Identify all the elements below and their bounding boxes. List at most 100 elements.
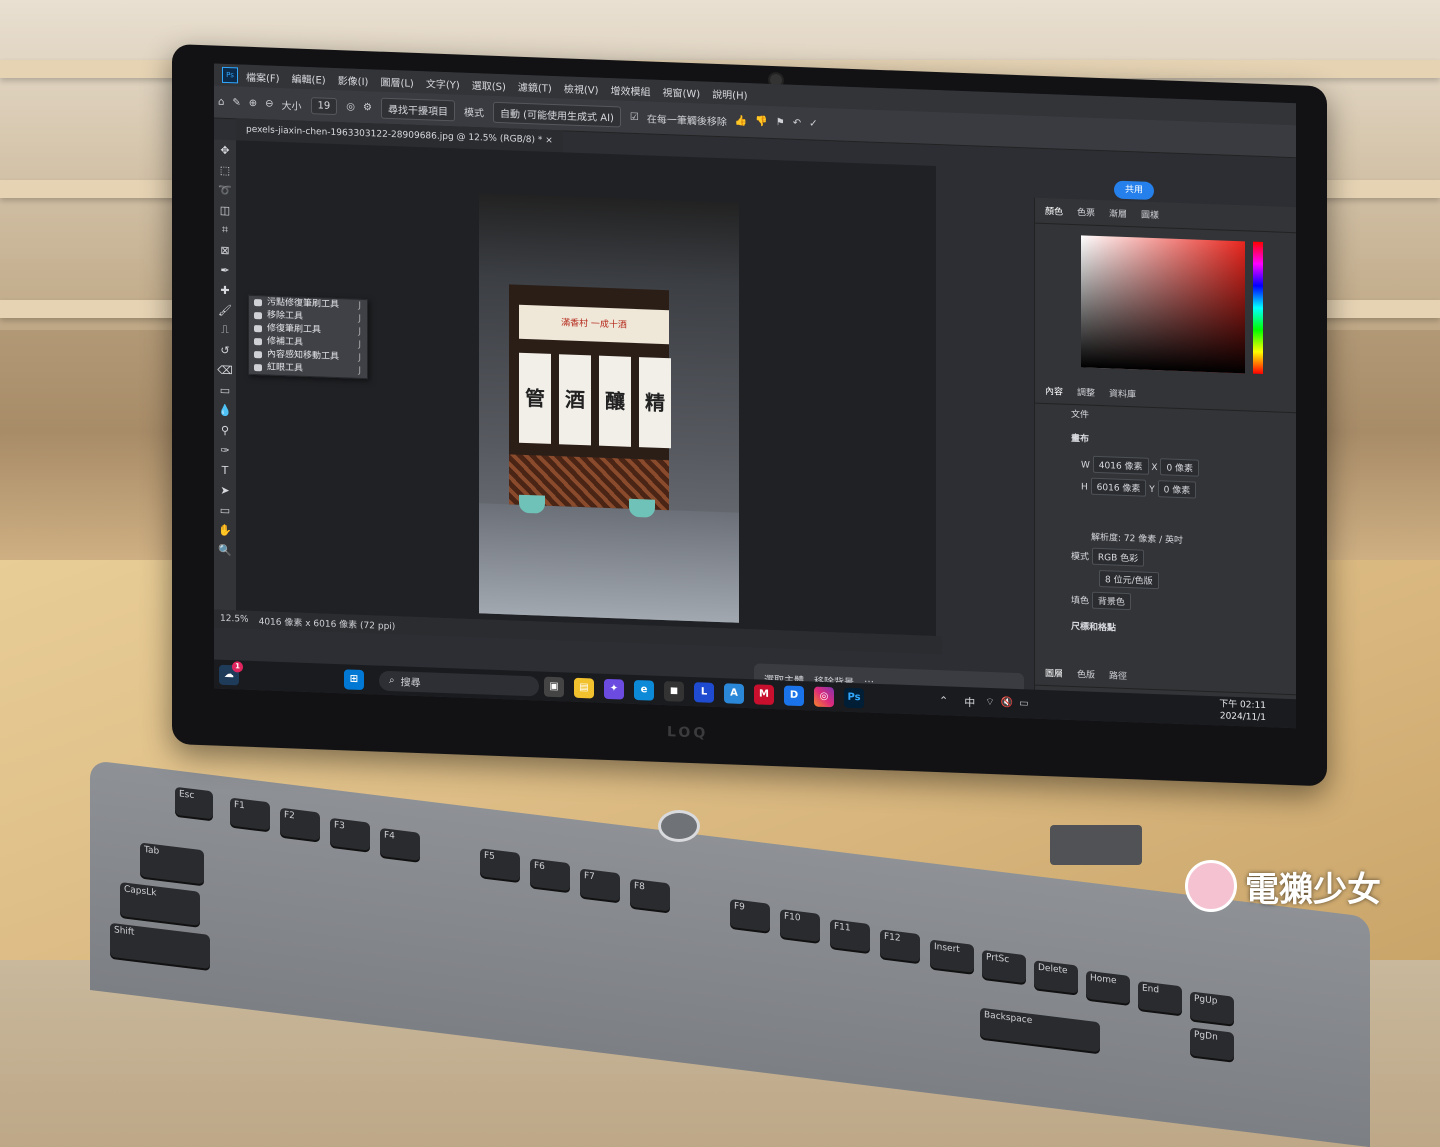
canvas-heading[interactable]: 畫布 bbox=[1071, 431, 1089, 445]
object-select-tool-icon[interactable]: ◫ bbox=[214, 200, 236, 221]
key-backspace[interactable]: Backspace bbox=[980, 1007, 1100, 1053]
key-f4[interactable]: F4 bbox=[380, 827, 420, 861]
chevron-up-icon[interactable]: ⌃ bbox=[939, 694, 948, 707]
find-distractions-button[interactable]: 尋找干擾項目 bbox=[380, 97, 455, 121]
add-mode-icon[interactable]: ⊕ bbox=[249, 97, 257, 108]
eraser-tool-icon[interactable]: ⌫ bbox=[214, 360, 236, 381]
key-pgup[interactable]: PgUp bbox=[1190, 991, 1234, 1025]
photoshop-taskbar-icon[interactable]: Ps bbox=[844, 687, 864, 708]
key-capslock[interactable]: CapsLk bbox=[120, 882, 200, 926]
key-f5[interactable]: F5 bbox=[480, 848, 520, 882]
tab-color[interactable]: 顏色 bbox=[1045, 204, 1063, 218]
key-insert[interactable]: Insert bbox=[930, 939, 974, 973]
pressure-icon[interactable]: ◎ bbox=[346, 101, 355, 112]
thumbs-down-icon[interactable]: 👎 bbox=[755, 116, 767, 127]
app-icon[interactable]: A bbox=[724, 682, 744, 704]
app-icon[interactable]: D bbox=[784, 684, 804, 706]
marquee-tool-icon[interactable]: ⬚ bbox=[214, 160, 236, 181]
menu-window[interactable]: 視窗(W) bbox=[662, 83, 700, 99]
task-view-icon[interactable]: ▣ bbox=[544, 676, 564, 697]
key-prtsc[interactable]: PrtSc bbox=[982, 949, 1026, 984]
eyedropper-tool-icon[interactable]: ✒ bbox=[214, 260, 236, 281]
weather-widget-icon[interactable]: ☁ 1 bbox=[219, 660, 243, 685]
flag-icon[interactable]: ⚑ bbox=[776, 117, 785, 128]
key-home[interactable]: Home bbox=[1086, 970, 1130, 1005]
key-f1[interactable]: F1 bbox=[230, 797, 270, 831]
width-field[interactable]: 4016 像素 bbox=[1092, 455, 1149, 475]
frame-tool-icon[interactable]: ⊠ bbox=[214, 240, 236, 261]
key-f11[interactable]: F11 bbox=[830, 919, 870, 953]
commit-icon[interactable]: ✓ bbox=[809, 118, 817, 129]
share-button[interactable]: 共用 bbox=[1114, 180, 1154, 201]
key-f12[interactable]: F12 bbox=[880, 929, 920, 963]
tab-swatches[interactable]: 色票 bbox=[1077, 205, 1095, 219]
history-brush-tool-icon[interactable]: ↺ bbox=[214, 340, 236, 361]
power-button[interactable] bbox=[658, 810, 700, 842]
brush-preset-icon[interactable]: ✎ bbox=[232, 97, 240, 108]
tab-channels[interactable]: 色版 bbox=[1077, 667, 1095, 681]
brush-tool-icon[interactable]: 🖌 bbox=[214, 300, 236, 321]
key-end[interactable]: End bbox=[1138, 980, 1182, 1015]
tab-libraries[interactable]: 資料庫 bbox=[1109, 386, 1136, 400]
menu-filter[interactable]: 濾鏡(T) bbox=[518, 78, 552, 94]
blur-tool-icon[interactable]: 💧 bbox=[214, 400, 236, 421]
menu-view[interactable]: 檢視(V) bbox=[564, 80, 599, 96]
subtract-mode-icon[interactable]: ⊖ bbox=[265, 98, 273, 109]
key-tab[interactable]: Tab bbox=[140, 842, 204, 885]
key-f9[interactable]: F9 bbox=[730, 898, 770, 932]
stamp-tool-icon[interactable]: ⎍ bbox=[214, 320, 236, 341]
key-pgdn[interactable]: PgDn bbox=[1190, 1027, 1234, 1061]
menu-edit[interactable]: 編輯(E) bbox=[292, 70, 326, 86]
document-photo[interactable]: 滿香村 一成十酒 管 酒 釀 精 bbox=[479, 193, 739, 623]
color-mode-select[interactable]: RGB 色彩 bbox=[1091, 547, 1145, 567]
undo-icon[interactable]: ↶ bbox=[793, 117, 801, 128]
menu-help[interactable]: 說明(H) bbox=[712, 85, 747, 101]
menu-type[interactable]: 文字(Y) bbox=[426, 75, 460, 91]
path-select-tool-icon[interactable]: ➤ bbox=[214, 480, 236, 501]
lasso-tool-icon[interactable]: ➰ bbox=[214, 180, 236, 201]
windows-start-icon[interactable]: ⊞ bbox=[344, 668, 364, 690]
menu-image[interactable]: 影像(I) bbox=[338, 72, 369, 88]
close-icon[interactable]: × bbox=[545, 136, 553, 146]
volume-icon[interactable]: 🔇 bbox=[1001, 697, 1013, 708]
key-f10[interactable]: F10 bbox=[780, 909, 820, 942]
tab-paths[interactable]: 路徑 bbox=[1109, 668, 1127, 682]
x-field[interactable]: 0 像素 bbox=[1160, 458, 1200, 477]
menu-select[interactable]: 選取(S) bbox=[472, 76, 506, 92]
wifi-icon[interactable]: ⌔ bbox=[985, 696, 994, 709]
healing-brush-tool-icon[interactable]: ✚ bbox=[214, 280, 236, 301]
color-field[interactable] bbox=[1081, 235, 1245, 374]
gradient-tool-icon[interactable]: ▭ bbox=[214, 380, 236, 401]
remove-after-stroke-checkbox[interactable]: ☑ bbox=[630, 111, 639, 122]
key-shift[interactable]: Shift bbox=[110, 922, 210, 970]
hue-slider[interactable] bbox=[1253, 241, 1263, 375]
edge-icon[interactable]: e bbox=[634, 679, 654, 701]
dodge-tool-icon[interactable]: ⚲ bbox=[214, 420, 236, 441]
tab-layers[interactable]: 圖層 bbox=[1045, 666, 1063, 680]
copilot-icon[interactable]: ✦ bbox=[604, 678, 624, 700]
tab-gradients[interactable]: 漸層 bbox=[1109, 206, 1127, 220]
home-icon[interactable]: ⌂ bbox=[218, 96, 224, 107]
gear-icon[interactable]: ⚙ bbox=[363, 102, 372, 113]
key-f3[interactable]: F3 bbox=[330, 817, 370, 851]
type-tool-icon[interactable]: T bbox=[214, 460, 236, 481]
key-delete[interactable]: Delete bbox=[1034, 960, 1078, 994]
pen-tool-icon[interactable]: ✑ bbox=[214, 440, 236, 461]
taskbar-search[interactable]: ⌕ 搜尋 bbox=[379, 670, 539, 696]
menu-file[interactable]: 檔案(F) bbox=[246, 68, 280, 84]
key-f8[interactable]: F8 bbox=[630, 878, 670, 912]
zoom-level[interactable]: 12.5% bbox=[220, 614, 249, 625]
rulers-grids-heading[interactable]: 尺標和格點 bbox=[1071, 619, 1116, 634]
bit-depth-select[interactable]: 8 位元/色版 bbox=[1099, 569, 1159, 590]
thumbs-up-icon[interactable]: 👍 bbox=[735, 115, 747, 126]
height-field[interactable]: 6016 像素 bbox=[1090, 477, 1147, 497]
instagram-icon[interactable]: ◎ bbox=[814, 686, 834, 707]
hand-tool-icon[interactable]: ✋ bbox=[214, 520, 236, 541]
key-f2[interactable]: F2 bbox=[280, 807, 320, 841]
store-icon[interactable]: ◼ bbox=[664, 680, 684, 702]
ime-indicator[interactable]: 中 bbox=[964, 694, 975, 710]
menu-plugins[interactable]: 增效模組 bbox=[610, 82, 650, 98]
key-esc[interactable]: Esc bbox=[175, 786, 213, 820]
move-tool-icon[interactable]: ✥ bbox=[214, 140, 236, 161]
tab-properties[interactable]: 內容 bbox=[1045, 384, 1063, 398]
